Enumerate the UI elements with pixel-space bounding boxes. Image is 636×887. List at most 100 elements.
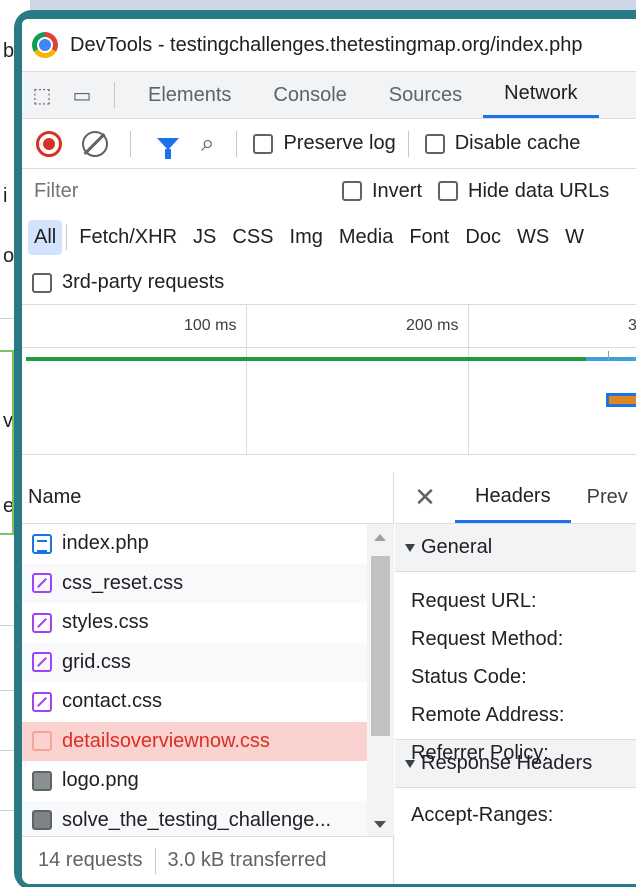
- scroll-thumb[interactable]: [371, 556, 390, 736]
- request-details-pane: ✕ Headers Prev General Request URL: Reque…: [395, 472, 636, 884]
- type-filter-img[interactable]: Img: [290, 226, 323, 249]
- general-header-key: Request URL:: [411, 589, 537, 612]
- invert-checkbox[interactable]: [342, 181, 362, 201]
- record-stop-icon[interactable]: [36, 130, 62, 157]
- filter-input[interactable]: [28, 173, 338, 209]
- image-icon: [32, 770, 52, 791]
- scroll-up-icon[interactable]: [374, 534, 386, 541]
- divider: [114, 82, 115, 108]
- collapse-triangle-icon: [405, 543, 415, 552]
- stylesheet-icon: [32, 731, 52, 752]
- preserve-log-label: Preserve log: [283, 132, 396, 154]
- tab-network[interactable]: Network: [483, 72, 599, 118]
- type-filter-js[interactable]: JS: [193, 226, 216, 249]
- request-row[interactable]: logo.png: [22, 761, 367, 801]
- type-filter-ws[interactable]: WS: [517, 226, 549, 249]
- stylesheet-icon: [32, 691, 52, 712]
- filter-funnel-icon[interactable]: [157, 137, 179, 159]
- request-name: index.php: [62, 532, 149, 555]
- third-party-checkbox[interactable]: [32, 272, 52, 293]
- request-row[interactable]: styles.css: [22, 603, 367, 643]
- request-name: logo.png: [62, 769, 139, 792]
- background-text: i: [3, 185, 8, 207]
- third-party-row: 3rd-party requests: [22, 261, 636, 305]
- tab-console[interactable]: Console: [252, 72, 367, 118]
- requests-split-view: Name index.php css_reset.css styles.css gri…: [22, 472, 636, 884]
- response-headers-body: Accept-Ranges:: [395, 788, 636, 834]
- invert-label: Invert: [372, 179, 423, 202]
- preserve-log-checkbox[interactable]: [253, 133, 274, 154]
- close-icon[interactable]: ✕: [395, 482, 455, 513]
- request-count: 14 requests: [38, 849, 143, 871]
- general-header-key: Status Code:: [411, 665, 527, 688]
- request-row[interactable]: contact.css: [22, 682, 367, 722]
- timeline-download-bar: [586, 357, 636, 361]
- request-row[interactable]: detailsoverviewnow.css: [22, 721, 367, 761]
- tab-preview[interactable]: Prev: [571, 472, 636, 523]
- type-filter-font[interactable]: Font: [409, 226, 449, 249]
- request-row[interactable]: solve_the_testing_challenge...: [22, 800, 367, 840]
- devtools-window: DevTools - testingchallenges.thetestingm…: [14, 10, 636, 887]
- window-title: DevTools - testingchallenges.thetestingm…: [70, 33, 583, 56]
- chrome-logo-icon: [32, 32, 58, 58]
- title-bar: DevTools - testingchallenges.thetestingm…: [22, 19, 636, 71]
- request-name: styles.css: [62, 611, 149, 634]
- disable-cache-checkbox[interactable]: [424, 133, 445, 154]
- timeline-waiting-bar: [26, 357, 586, 361]
- devtools-frame: DevTools - testingchallenges.thetestingm…: [22, 19, 636, 884]
- timeline-rule: [22, 347, 636, 348]
- request-row[interactable]: css_reset.css: [22, 563, 367, 603]
- divider: [66, 224, 68, 250]
- tab-sources[interactable]: Sources: [368, 72, 483, 118]
- search-icon[interactable]: ⌕: [201, 130, 214, 158]
- device-toolbar-icon[interactable]: ▭: [62, 83, 102, 108]
- hide-data-urls-label: Hide data URLs: [468, 179, 610, 202]
- response-header-key: Accept-Ranges:: [411, 803, 554, 826]
- network-toolbar: ⌕ Preserve log Disable cache: [22, 119, 636, 169]
- request-list-scrollbar[interactable]: [367, 524, 394, 836]
- stylesheet-icon: [32, 612, 52, 633]
- type-filter-doc[interactable]: Doc: [465, 226, 501, 249]
- timeline-tick-label: 3: [628, 317, 636, 334]
- details-tab-bar: ✕ Headers Prev: [395, 472, 636, 524]
- general-section-header[interactable]: General: [395, 524, 636, 572]
- third-party-label: 3rd-party requests: [62, 271, 225, 293]
- scroll-down-icon[interactable]: [374, 821, 386, 828]
- resource-type-filter: All Fetch/XHR JS CSS Img Media Font Doc …: [22, 213, 636, 261]
- type-filter-css[interactable]: CSS: [232, 226, 273, 249]
- request-list-pane: Name index.php css_reset.css styles.css gri…: [22, 472, 394, 884]
- network-overview-timeline[interactable]: 100 ms 200 ms 3: [22, 305, 636, 455]
- disable-cache-label: Disable cache: [454, 132, 581, 154]
- timeline-tick: [246, 305, 247, 455]
- request-list: index.php css_reset.css styles.css grid.css…: [22, 524, 367, 840]
- hide-data-urls-checkbox[interactable]: [438, 181, 459, 201]
- timeline-marker: [608, 351, 609, 361]
- request-row[interactable]: grid.css: [22, 642, 367, 682]
- divider: [407, 130, 409, 157]
- type-filter-all[interactable]: All: [28, 219, 63, 255]
- divider: [154, 847, 156, 874]
- stylesheet-icon: [32, 573, 52, 594]
- type-filter-media[interactable]: Media: [339, 226, 393, 249]
- type-filter-fetch-xhr[interactable]: Fetch/XHR: [79, 226, 177, 249]
- timeline-tick-label: 100 ms: [184, 317, 237, 334]
- request-name: detailsoverviewnow.css: [62, 729, 270, 752]
- column-header-name[interactable]: Name: [22, 472, 393, 524]
- inspect-element-icon[interactable]: ⬚: [22, 83, 62, 108]
- timeline-tick: [468, 305, 469, 455]
- file-icon: [32, 810, 52, 831]
- request-row[interactable]: index.php: [22, 524, 367, 564]
- panel-tab-bar: ⬚ ▭ Elements Console Sources Network: [22, 71, 636, 119]
- tab-elements[interactable]: Elements: [127, 72, 252, 118]
- type-filter-wasm[interactable]: W: [565, 226, 584, 249]
- network-status-bar: 14 requests 3.0 kB transferred: [22, 836, 393, 884]
- clear-icon[interactable]: [82, 130, 108, 157]
- transferred-size: 3.0 kB transferred: [167, 849, 327, 871]
- general-header-key: Remote Address:: [411, 703, 565, 726]
- request-name: contact.css: [62, 690, 163, 713]
- request-name: grid.css: [62, 650, 131, 673]
- general-section-title: General: [421, 536, 493, 558]
- tab-headers[interactable]: Headers: [455, 472, 571, 523]
- divider: [130, 130, 131, 157]
- divider: [236, 130, 238, 157]
